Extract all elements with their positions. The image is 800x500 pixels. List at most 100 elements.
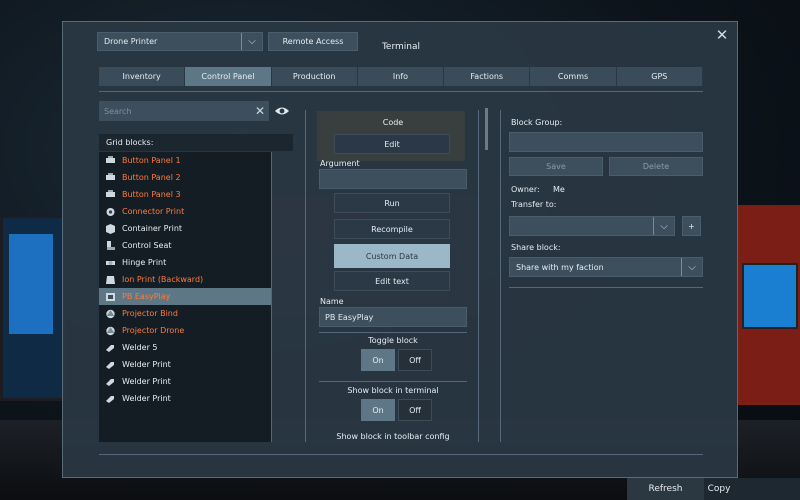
column-divider: [478, 110, 479, 442]
grid-block-label: Button Panel 3: [122, 190, 181, 199]
argument-field: [319, 169, 467, 189]
copy-button[interactable]: Copy: [704, 478, 734, 500]
column-divider: [500, 110, 501, 442]
grid-block-item[interactable]: Control Seat: [99, 237, 271, 254]
thruster-icon: [104, 275, 116, 285]
custom-data-button[interactable]: Custom Data: [334, 244, 450, 268]
programmable-block-icon: [104, 292, 116, 302]
background-console-left: [0, 215, 66, 401]
grid-block-label: Welder 5: [122, 343, 158, 352]
grid-block-item[interactable]: Button Panel 2: [99, 169, 271, 186]
name-input[interactable]: [320, 308, 466, 326]
projector-icon: [104, 326, 116, 336]
grid-block-item[interactable]: PB EasyPlay: [99, 288, 271, 305]
chevron-down-icon: ⌵: [653, 217, 674, 235]
run-button[interactable]: Run: [334, 193, 450, 213]
show-in-terminal-on[interactable]: On: [361, 399, 395, 421]
column-divider: [305, 110, 306, 442]
grid-block-label: Welder Print: [122, 360, 171, 369]
grid-block-item[interactable]: Welder 5: [99, 339, 271, 356]
search-input[interactable]: [99, 105, 251, 117]
name-label: Name: [320, 297, 344, 306]
grid-block-item[interactable]: Container Print: [99, 220, 271, 237]
share-block-value: Share with my faction: [516, 262, 604, 272]
show-in-toolbar-label: Show block in toolbar config: [336, 432, 450, 441]
eye-icon[interactable]: [273, 103, 291, 119]
tab-info[interactable]: Info: [357, 67, 445, 86]
divider: [319, 332, 467, 333]
chevron-down-icon: ⌵: [241, 33, 262, 50]
block-select-value: Drone Printer: [104, 37, 158, 46]
button-panel-icon: [104, 190, 116, 200]
grid-block-item[interactable]: Button Panel 3: [99, 186, 271, 203]
grid-blocks-list: Button Panel 1 Button Panel 2 Button Panel…: [99, 152, 271, 442]
terminal-window: Terminal ✕ Drone Printer ⌵ Remote Access…: [62, 21, 738, 478]
welder-icon: [104, 343, 116, 353]
remote-access-button[interactable]: Remote Access: [268, 32, 358, 51]
edit-text-button[interactable]: Edit text: [334, 271, 450, 291]
divider: [99, 454, 703, 455]
grid-blocks-header: Grid blocks:: [99, 134, 293, 151]
button-panel-icon: [104, 173, 116, 183]
tab-comms[interactable]: Comms: [530, 67, 617, 86]
list-scrollbar[interactable]: [271, 152, 272, 442]
grid-block-label: Container Print: [122, 224, 183, 233]
divider: [99, 91, 703, 92]
bottom-bar: Refresh Copy: [627, 478, 800, 500]
block-group-input[interactable]: [510, 133, 702, 151]
grid-block-label: Connector Print: [122, 207, 185, 216]
middle-scrollbar[interactable]: [485, 108, 488, 150]
grid-block-item[interactable]: Hinge Print: [99, 254, 271, 271]
save-button[interactable]: Save: [509, 157, 603, 176]
grid-block-label: Welder Print: [122, 394, 171, 403]
transfer-to-label: Transfer to:: [511, 200, 557, 209]
grid-block-item[interactable]: Projector Bind: [99, 305, 271, 322]
hinge-icon: [104, 258, 116, 268]
search-box: ✕: [99, 101, 269, 121]
block-group-field: [509, 132, 703, 152]
grid-block-label: Control Seat: [122, 241, 172, 250]
tab-control-panel[interactable]: Control Panel: [185, 67, 272, 86]
block-select-dropdown[interactable]: Drone Printer ⌵: [97, 32, 263, 51]
toggle-block-on[interactable]: On: [361, 349, 395, 371]
grid-block-item[interactable]: Projector Drone: [99, 322, 271, 339]
button-panel-icon: [104, 156, 116, 166]
delete-button[interactable]: Delete: [609, 157, 703, 176]
share-block-dropdown[interactable]: Share with my faction ⌵: [509, 257, 703, 277]
clear-search-icon[interactable]: ✕: [251, 104, 269, 118]
argument-input[interactable]: [320, 170, 466, 188]
refresh-button[interactable]: Refresh: [627, 478, 704, 500]
welder-icon: [104, 377, 116, 387]
seat-icon: [104, 240, 116, 251]
tab-production[interactable]: Production: [271, 67, 358, 86]
grid-block-label: Welder Print: [122, 377, 171, 386]
divider: [319, 381, 467, 382]
share-block-label: Share block:: [511, 243, 561, 252]
show-in-terminal-off[interactable]: Off: [398, 399, 432, 421]
grid-block-item[interactable]: Welder Print: [99, 356, 271, 373]
chevron-down-icon: ⌵: [681, 258, 702, 276]
owner-value: Me: [553, 185, 565, 194]
tab-inventory[interactable]: Inventory: [99, 67, 186, 86]
divider: [509, 287, 703, 288]
code-label: Code: [382, 118, 404, 127]
close-icon[interactable]: ✕: [714, 27, 730, 43]
grid-block-item[interactable]: Welder Print: [99, 390, 271, 407]
tab-factions[interactable]: Factions: [444, 67, 531, 86]
transfer-to-dropdown[interactable]: ⌵: [509, 216, 675, 236]
connector-icon: [104, 207, 116, 217]
edit-button[interactable]: Edit: [334, 134, 450, 154]
grid-block-label: Projector Drone: [122, 326, 185, 335]
grid-block-label: Button Panel 1: [122, 156, 181, 165]
grid-block-item[interactable]: Ion Print (Backward): [99, 271, 271, 288]
show-in-terminal-label: Show block in terminal: [347, 386, 439, 395]
tab-gps[interactable]: GPS: [616, 67, 703, 86]
projector-icon: [104, 309, 116, 319]
grid-block-item[interactable]: Connector Print: [99, 203, 271, 220]
grid-block-item[interactable]: Button Panel 1: [99, 152, 271, 169]
recompile-button[interactable]: Recompile: [334, 219, 450, 239]
toggle-block-off[interactable]: Off: [398, 349, 432, 371]
owner-label: Owner:: [511, 185, 540, 194]
grid-block-item[interactable]: Welder Print: [99, 373, 271, 390]
transfer-plus-button[interactable]: +: [682, 216, 701, 236]
